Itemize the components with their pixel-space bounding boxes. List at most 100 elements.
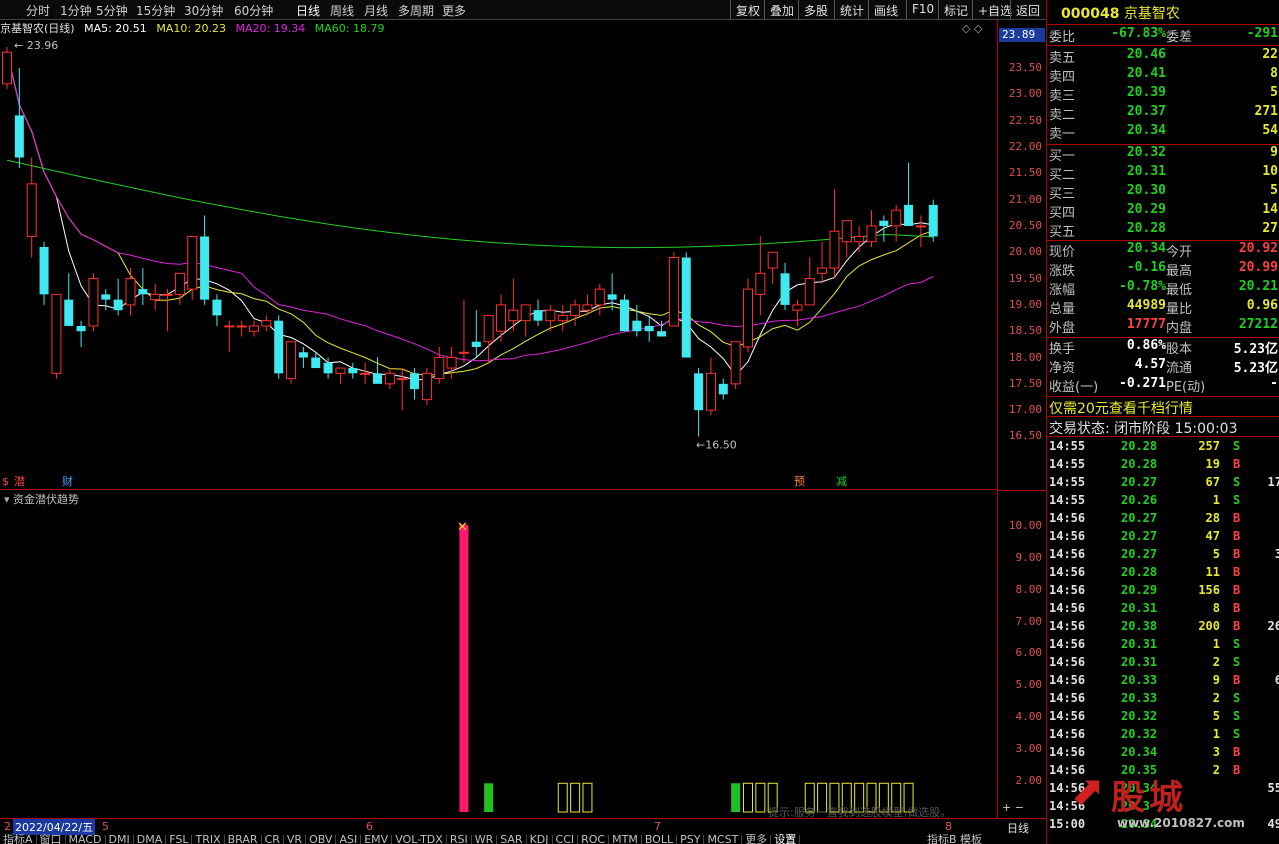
toolbar-button-0[interactable]: 复权 (730, 0, 764, 20)
indicator-bar (557, 782, 568, 813)
indicator-tab-9[interactable]: VR (284, 834, 307, 844)
candle (829, 189, 840, 279)
tick-volume: 1 (1212, 727, 1220, 741)
indicator-tab-1[interactable]: 窗口 (37, 834, 66, 844)
toolbar-button-8[interactable]: 返回 (1010, 0, 1046, 20)
tick-price: 20.32 (1121, 727, 1158, 741)
indicator-tab-21[interactable]: BOLL (642, 834, 678, 844)
date-first: 2 (4, 820, 11, 833)
toolbar-button-4[interactable]: 画线 (868, 0, 906, 20)
indicator-tab-15[interactable]: WR (472, 834, 498, 844)
tick-count: 3 (1274, 547, 1279, 561)
indicator-tab-0[interactable]: 指标A (0, 834, 37, 844)
logo-url: www.2010827.com (1117, 816, 1245, 830)
sell-volume: 8 (1270, 66, 1278, 81)
promo-link[interactable]: 仅需20元查看千档行情 (1049, 398, 1193, 418)
indicator-tab-11[interactable]: ASI (336, 834, 362, 844)
sell-price: 20.41 (1126, 66, 1166, 81)
event-marker-0[interactable]: 潜 (14, 474, 25, 487)
sell-row-2: 卖三 20.39 5 (1049, 85, 1278, 104)
indicator-tab-8[interactable]: CR (262, 834, 284, 844)
indicator-tab-13[interactable]: VOL-TDX (392, 834, 447, 844)
buy-volume: 14 (1262, 202, 1278, 217)
sell-row-4: 卖一 20.34 54 (1049, 123, 1278, 142)
candlestick-chart[interactable]: ← 23.96 ←16.50 潜 财 预 减 $ (0, 37, 997, 487)
candle (804, 257, 815, 306)
period-tab-1[interactable]: 1分钟 (60, 2, 92, 19)
indicator-tab-20[interactable]: MTM (609, 834, 642, 844)
indicator-tab-24[interactable]: 更多 (742, 834, 772, 844)
indicator-tab-10[interactable]: OBV (306, 834, 337, 844)
quote-row-0-label: 现价 (1049, 245, 1076, 260)
indicator-chart[interactable]: ✕ (0, 500, 997, 818)
period-tab-9[interactable]: 多周期 (398, 2, 434, 19)
price-tick-9: 19.00 (1008, 298, 1042, 311)
candle (928, 199, 938, 242)
indicator-tab-23[interactable]: MCST (704, 834, 743, 844)
indicator-tab-22[interactable]: PSY (677, 834, 705, 844)
toolbar-button-6[interactable]: 标记 (938, 0, 972, 20)
candle (274, 315, 284, 379)
event-marker-1[interactable]: 财 (62, 474, 73, 487)
weibi-label: 委比 (1049, 30, 1076, 45)
tick-price: 20.27 (1121, 511, 1158, 525)
indicator-tab-19[interactable]: ROC (578, 834, 610, 844)
buy-label: 买一 (1049, 149, 1076, 164)
tick-volume: 8 (1212, 601, 1220, 615)
period-tab-4[interactable]: 30分钟 (184, 2, 223, 19)
toolbar-button-2[interactable]: 多股 (798, 0, 834, 20)
indicator-tab-3[interactable]: DMI (106, 834, 134, 844)
tick-time: 14:56 (1049, 601, 1086, 615)
indicator-bar (582, 782, 593, 813)
sell-price: 20.37 (1126, 104, 1166, 119)
site-logo: 股城 www.2010827.com ⬈ (1067, 764, 1277, 842)
period-tab-7[interactable]: 周线 (330, 2, 354, 19)
candle (39, 241, 49, 305)
event-marker-3[interactable]: 减 (836, 475, 847, 487)
fin-row-0-label2: 股本 (1166, 342, 1193, 357)
fin-row-2-value2: - (1270, 376, 1278, 391)
indicator-tab-4[interactable]: DMA (134, 834, 167, 844)
indicator-tab-2[interactable]: MACD (66, 834, 106, 844)
period-tab-6[interactable]: 日线 (296, 2, 320, 19)
tick-volume: 1 (1212, 493, 1220, 507)
period-tab-0[interactable]: 分时 (26, 2, 50, 19)
tick-direction: B (1233, 565, 1241, 579)
indicator-tab-14[interactable]: RSI (447, 834, 472, 844)
tick-time: 14:56 (1049, 691, 1086, 705)
weibi-row: 委比 -67.83% 委差 -291 (1049, 26, 1278, 45)
toolbar-button-3[interactable]: 统计 (834, 0, 868, 20)
quote-row-2-value2: 20.21 (1238, 279, 1278, 294)
toolbar-button-7[interactable]: +自选 (972, 0, 1012, 20)
indicator-tick-4: 6.00 (1015, 646, 1043, 659)
period-tab-10[interactable]: 更多 (442, 2, 466, 19)
tick-price: 20.31 (1121, 655, 1158, 669)
event-marker-2[interactable]: 预 (794, 475, 805, 487)
indicator-bar (570, 782, 581, 813)
indicator-tab-17[interactable]: KDJ (527, 834, 553, 844)
tick-direction: B (1233, 457, 1241, 471)
tick-time: 14:56 (1049, 511, 1086, 525)
period-tab-3[interactable]: 15分钟 (136, 2, 175, 19)
period-tab-2[interactable]: 5分钟 (96, 2, 128, 19)
indicator-tab-25[interactable]: 设置 (771, 834, 801, 844)
indicator-tab-16[interactable]: SAR (497, 834, 527, 844)
quote-panel: 000048 京基智农 委比 -67.83% 委差 -291 卖五 20.46 22 卖四 20… (1046, 0, 1279, 844)
period-tab-5[interactable]: 60分钟 (234, 2, 273, 19)
zoom-controls[interactable]: + − (1002, 801, 1024, 814)
tick-direction: B (1233, 547, 1241, 561)
chart-settings-icon[interactable]: ◇ ◇ (962, 22, 982, 35)
tick-time: 14:56 (1049, 583, 1086, 597)
toolbar-button-1[interactable]: 叠加 (764, 0, 798, 20)
sell-volume: 5 (1270, 85, 1278, 100)
indicator-tab-12[interactable]: EMV (361, 834, 393, 844)
indicator-tab-18[interactable]: CCI (553, 834, 579, 844)
indicator-tab-7[interactable]: BRAR (225, 834, 262, 844)
period-tab-8[interactable]: 月线 (364, 2, 388, 19)
tick-time: 14:55 (1049, 457, 1086, 471)
toolbar-button-5[interactable]: F10 (906, 0, 938, 20)
tick-direction: B (1233, 511, 1241, 525)
indicator-tab-5[interactable]: FSL (166, 834, 193, 844)
tick-volume: 200 (1198, 619, 1220, 633)
indicator-tab-6[interactable]: TRIX (192, 834, 225, 844)
